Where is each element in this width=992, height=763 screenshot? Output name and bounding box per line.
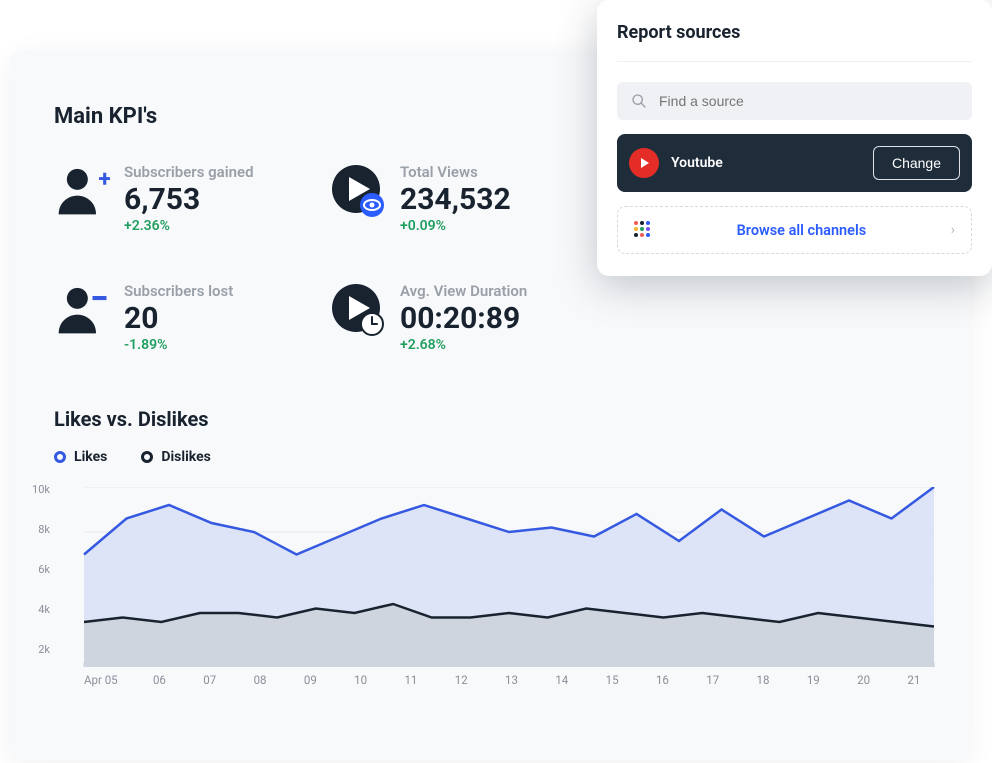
xtick: 16 — [637, 673, 687, 687]
user-minus-icon — [54, 282, 110, 338]
xtick: 19 — [788, 673, 838, 687]
xtick: 13 — [486, 673, 536, 687]
kpi-value: 20 — [124, 302, 233, 335]
browse-label: Browse all channels — [666, 222, 937, 239]
kpi-value: 234,532 — [400, 183, 511, 216]
search-field[interactable] — [659, 93, 958, 109]
kpi-change: +0.09% — [400, 218, 511, 234]
play-eye-icon — [330, 163, 386, 219]
report-sources-panel: Report sources Youtube Change Browse all… — [597, 0, 992, 276]
xtick: 10 — [335, 673, 385, 687]
kpi-card-subscribers-lost: Subscribers lost 20 -1.89% — [54, 282, 314, 353]
chevron-right-icon: › — [951, 222, 955, 238]
xtick: 15 — [587, 673, 637, 687]
source-search-input[interactable] — [617, 82, 972, 120]
user-plus-icon: + — [54, 163, 110, 219]
legend-item-dislikes[interactable]: Dislikes — [141, 449, 211, 465]
xtick: 07 — [185, 673, 235, 687]
legend-label: Likes — [74, 449, 107, 465]
chart-x-axis: Apr 0506070809101112131415161718192021 — [54, 673, 939, 687]
legend-ring-icon — [54, 451, 66, 463]
xtick: 20 — [838, 673, 888, 687]
xtick: 09 — [285, 673, 335, 687]
xtick: 17 — [688, 673, 738, 687]
xtick: 06 — [134, 673, 184, 687]
kpi-label: Subscribers lost — [124, 282, 233, 300]
youtube-icon — [629, 148, 659, 178]
kpi-value: 6,753 — [124, 183, 254, 216]
likes-dislikes-chart: 10k 8k 6k 4k 2k — [54, 487, 939, 667]
chart-legend: Likes Dislikes — [54, 449, 926, 465]
xtick: Apr 05 — [84, 673, 134, 687]
kpi-change: -1.89% — [124, 337, 233, 353]
legend-ring-icon — [141, 451, 153, 463]
xtick: 18 — [738, 673, 788, 687]
legend-item-likes[interactable]: Likes — [54, 449, 107, 465]
kpi-card-total-views: Total Views 234,532 +0.09% — [330, 163, 590, 234]
kpi-label: Avg. View Duration — [400, 282, 527, 300]
chart-section-title: Likes vs. Dislikes — [54, 407, 926, 431]
source-label: Youtube — [671, 155, 861, 171]
xtick: 08 — [235, 673, 285, 687]
chart-svg — [54, 487, 939, 667]
legend-label: Dislikes — [161, 449, 211, 465]
kpi-value: 00:20:89 — [400, 302, 527, 335]
ytick: 8k — [38, 523, 50, 536]
browse-channels-button[interactable]: Browse all channels › — [617, 206, 972, 254]
kpi-change: +2.36% — [124, 218, 254, 234]
kpi-card-avg-duration: Avg. View Duration 00:20:89 +2.68% — [330, 282, 590, 353]
kpi-label: Total Views — [400, 163, 511, 181]
kpi-card-subscribers-gained: + Subscribers gained 6,753 +2.36% — [54, 163, 314, 234]
grid-dots-icon — [634, 221, 652, 239]
xtick: 12 — [436, 673, 486, 687]
ytick: 10k — [32, 483, 50, 496]
change-source-button[interactable]: Change — [873, 146, 960, 180]
play-clock-icon — [330, 282, 386, 338]
xtick: 21 — [889, 673, 939, 687]
kpi-label: Subscribers gained — [124, 163, 254, 181]
search-icon — [631, 93, 647, 109]
ytick: 6k — [38, 563, 50, 576]
kpi-change: +2.68% — [400, 337, 527, 353]
ytick: 4k — [38, 603, 50, 616]
panel-title: Report sources — [617, 22, 972, 62]
source-row-youtube: Youtube Change — [617, 134, 972, 192]
xtick: 11 — [386, 673, 436, 687]
ytick: 2k — [38, 643, 50, 656]
xtick: 14 — [537, 673, 587, 687]
svg-text:+: + — [98, 164, 110, 192]
